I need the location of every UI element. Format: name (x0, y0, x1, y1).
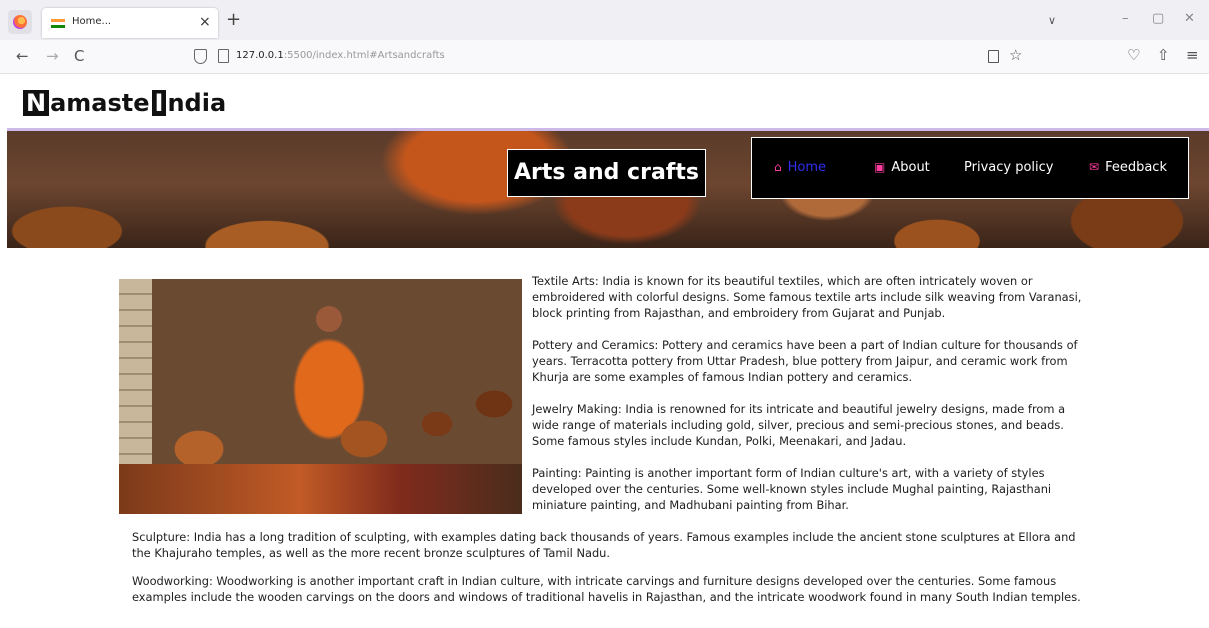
india-flag-icon (51, 19, 65, 28)
reload-icon[interactable]: C (74, 48, 84, 64)
nav-item-home[interactable]: ⌂ Home (774, 160, 826, 175)
nav-item-about[interactable]: ▣ About (874, 160, 930, 175)
nav-item-feedback[interactable]: ✉ Feedback (1089, 160, 1167, 175)
url-path: :5500/index.html#Artsandcrafts (283, 50, 445, 61)
nav-label-privacy-policy: Privacy policy (964, 160, 1054, 175)
tracking-shield-icon[interactable] (194, 49, 207, 64)
pocket-icon[interactable]: ♡ (1127, 47, 1140, 63)
new-tab-button[interactable]: + (226, 10, 241, 30)
image-wall-detail (119, 279, 152, 464)
tab-close-icon[interactable]: × (199, 14, 211, 30)
hero-banner: Arts and crafts ⌂ Home ▣ About Privacy pol… (7, 128, 1209, 248)
main-nav: ⌂ Home ▣ About Privacy policy ✉ Feedback (751, 137, 1189, 199)
window-close-button[interactable]: ✕ (1184, 12, 1195, 26)
browser-nav-bar: ← → C 127.0.0.1:5500/index.html#Artsandc… (0, 40, 1209, 74)
forward-arrow-icon[interactable]: → (46, 48, 59, 64)
home-icon: ⌂ (774, 160, 782, 174)
nav-label-feedback: Feedback (1105, 160, 1167, 175)
pottery-artisan-image (119, 279, 522, 514)
page-title: Arts and crafts (507, 149, 706, 197)
nav-label-about: About (891, 160, 930, 175)
image-rug-detail (119, 464, 522, 514)
paragraph-sculpture: Sculpture: India has a long tradition of… (132, 530, 1076, 561)
site-logo[interactable]: N amaste I ndia (23, 90, 228, 116)
paragraph-textile-arts: Textile Arts: India is known for its bea… (532, 274, 1082, 321)
app-menu-icon[interactable]: ≡ (1186, 47, 1199, 63)
bookmark-star-icon[interactable]: ☆ (1009, 46, 1022, 64)
nav-label-home: Home (787, 160, 827, 175)
id-card-icon: ▣ (874, 160, 886, 174)
minimize-button[interactable]: – (1122, 12, 1129, 26)
logo-initial-n: N (23, 90, 50, 116)
tab-list-chevron-icon[interactable]: ∨ (1048, 14, 1056, 27)
paragraph-pottery-ceramics: Pottery and Ceramics: Pottery and cerami… (532, 338, 1078, 385)
page-info-icon[interactable] (218, 49, 229, 63)
paragraph-jewelry-making: Jewelry Making: India is renowned for it… (532, 402, 1066, 449)
restore-button[interactable]: ▢ (1152, 12, 1164, 26)
envelope-icon: ✉ (1089, 160, 1100, 174)
logo-initial-i: I (151, 90, 167, 116)
url-bar[interactable]: 127.0.0.1:5500/index.html#Artsandcrafts … (186, 44, 1032, 70)
browser-tab[interactable]: Home... × (42, 8, 218, 38)
tab-title: Home... (72, 16, 112, 27)
logo-word-amaste: amaste (50, 89, 150, 117)
browser-tab-bar: Home... × + ∨ – ▢ ✕ (0, 0, 1209, 40)
back-arrow-icon[interactable]: ← (16, 48, 29, 64)
reader-view-icon[interactable] (988, 50, 999, 63)
nav-item-privacy-policy[interactable]: Privacy policy (964, 160, 1053, 175)
logo-word-ndia: ndia (167, 89, 227, 117)
paragraph-painting: Painting: Painting is another important … (532, 466, 1052, 513)
firefox-icon (13, 15, 27, 29)
site-header: N amaste I ndia (0, 74, 1209, 130)
share-icon[interactable]: ⇧ (1157, 47, 1170, 63)
firefox-view-button[interactable] (8, 10, 32, 34)
url-host: 127.0.0.1 (236, 50, 284, 61)
paragraph-woodworking: Woodworking: Woodworking is another impo… (132, 574, 1081, 605)
url-text[interactable]: 127.0.0.1:5500/index.html#Artsandcrafts (236, 50, 445, 61)
